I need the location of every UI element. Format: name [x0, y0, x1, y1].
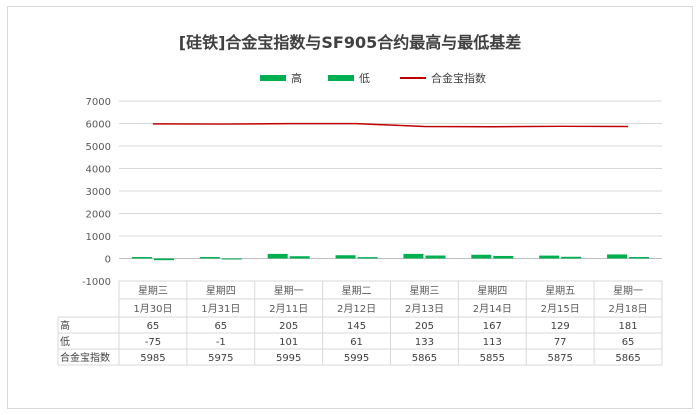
category-date: 1月31日 — [201, 303, 240, 315]
bar-low — [357, 257, 378, 259]
y-tick-label: 5000 — [86, 142, 111, 153]
table-row-label: 低 — [60, 335, 70, 348]
bar-high — [335, 255, 356, 259]
category-date: 2月15日 — [541, 303, 580, 315]
category-weekday: 星期一 — [613, 285, 643, 297]
table-cell-value: 65 — [147, 321, 160, 332]
category-date: 2月14日 — [473, 303, 512, 315]
y-tick-label: 4000 — [86, 165, 111, 176]
table-cell-value: 205 — [279, 321, 298, 332]
category-weekday: 星期一 — [274, 285, 304, 297]
bar-high — [539, 255, 560, 259]
table-cell-value: -75 — [145, 337, 161, 348]
bar-high — [131, 257, 152, 259]
bar-low — [289, 256, 310, 259]
bar-high — [199, 257, 220, 259]
category-weekday: 星期三 — [409, 285, 439, 297]
table-cell-value: 65 — [214, 321, 227, 332]
bar-low — [425, 255, 446, 259]
y-tick-label: 7000 — [86, 97, 111, 108]
table-row-label: 高 — [60, 319, 70, 332]
y-tick-label: 2000 — [86, 210, 111, 221]
bar-high — [403, 253, 424, 259]
table-cell-value: 5995 — [344, 353, 369, 364]
y-tick-label: 0 — [105, 255, 111, 266]
category-weekday: 星期三 — [138, 285, 168, 297]
bar-high — [267, 253, 288, 259]
table-cell-value: 5865 — [615, 353, 640, 364]
table-cell-value: 61 — [350, 337, 363, 348]
table-cell-value: 133 — [415, 337, 434, 348]
table-cell-value: 5855 — [480, 353, 505, 364]
table-cell-value: 129 — [551, 321, 570, 332]
chart-plot: -1000 0 1000 2000 3000 4000 5000 6000 7000 星期三 1月3… — [57, 97, 663, 366]
table-cell-value: -1 — [216, 337, 226, 348]
category-date: 2月12日 — [337, 303, 376, 315]
table-cell-value: 5995 — [276, 353, 301, 364]
bar-low — [153, 258, 174, 261]
category-date: 2月18日 — [609, 303, 648, 315]
table-cell-value: 65 — [622, 337, 635, 348]
table-cell-value: 205 — [415, 321, 434, 332]
y-tick-label: 6000 — [86, 120, 111, 131]
bar-low — [493, 255, 514, 259]
y-tick-label: 1000 — [86, 232, 111, 243]
bar-high — [471, 254, 492, 259]
table-cell-value: 145 — [347, 321, 366, 332]
category-date: 2月11日 — [269, 303, 308, 315]
index-line — [152, 122, 629, 128]
table-cell-value: 101 — [279, 337, 298, 348]
category-weekday: 星期五 — [545, 285, 575, 297]
table-cell-value: 77 — [554, 337, 567, 348]
bar-low — [561, 256, 582, 259]
table-cell-value: 5865 — [412, 353, 437, 364]
category-weekday: 星期二 — [342, 285, 372, 297]
category-date: 1月30日 — [133, 303, 172, 315]
y-tick-label: -1000 — [82, 277, 111, 288]
y-tick-label: 3000 — [86, 187, 111, 198]
category-weekday: 星期四 — [206, 285, 236, 297]
table-cell-value: 5975 — [208, 353, 233, 364]
table-row-label: 合金宝指数 — [60, 351, 110, 364]
bar-low — [221, 258, 242, 260]
bar-low — [629, 257, 650, 259]
table-cell-value: 5985 — [140, 353, 165, 364]
table-cell-value: 113 — [483, 337, 502, 348]
category-weekday: 星期四 — [477, 285, 507, 297]
category-date: 2月13日 — [405, 303, 444, 315]
table-cell-value: 181 — [619, 321, 638, 332]
table-cell-value: 167 — [483, 321, 502, 332]
bar-high — [607, 254, 628, 259]
table-cell-value: 5875 — [547, 353, 572, 364]
